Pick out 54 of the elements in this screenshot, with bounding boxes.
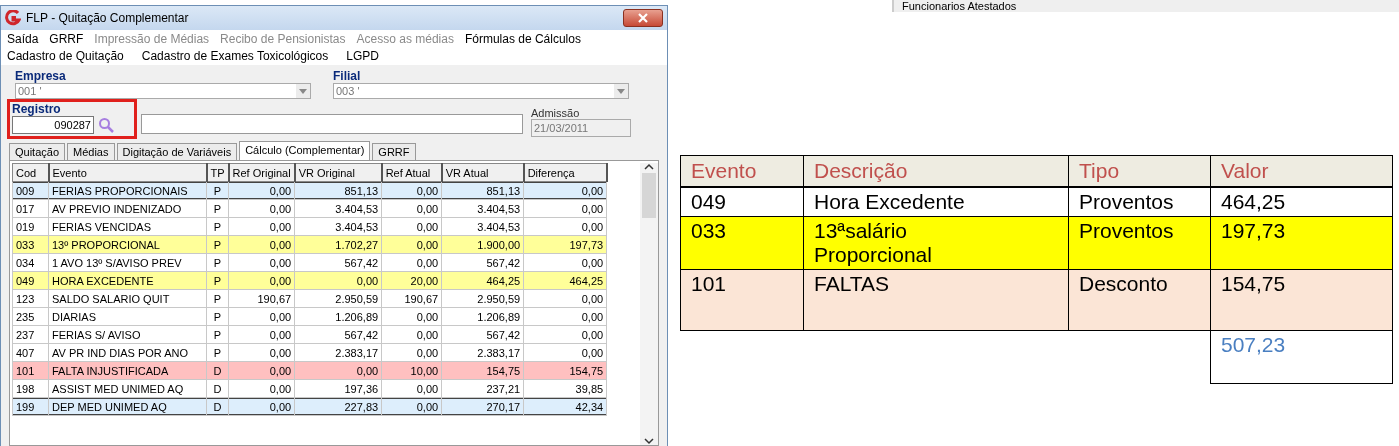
menu-item[interactable]: Cadastro de Quitação: [7, 49, 124, 63]
table-cell: 464,25: [1210, 187, 1393, 217]
table-cell: 101: [680, 269, 804, 331]
field-label: Registro: [12, 102, 62, 116]
company-dropdown[interactable]: 001 ': [15, 83, 311, 99]
field-label: Admissão: [531, 107, 581, 119]
table-cell: 049: [680, 187, 804, 217]
column-header[interactable]: Ref Atual: [381, 163, 442, 182]
column-header[interactable]: VR Atual: [441, 163, 524, 182]
registration-field[interactable]: 090287: [12, 116, 94, 134]
column-header[interactable]: VR Original: [294, 163, 382, 182]
column-header[interactable]: Cod: [12, 163, 49, 182]
window-title: FLP - Quitação Complementar: [26, 11, 190, 25]
menu-item[interactable]: Saída: [7, 32, 39, 46]
table-cell: 197,73: [1210, 216, 1393, 270]
scroll-down-icon[interactable]: [644, 437, 654, 445]
close-icon: [638, 13, 648, 23]
field-label: Filial: [333, 69, 362, 83]
tab[interactable]: Digitação de Variáveis: [116, 143, 238, 160]
close-button[interactable]: [623, 9, 663, 27]
table-cell: FALTAS: [803, 269, 1069, 331]
search-icon[interactable]: [98, 116, 115, 134]
column-header: Tipo: [1068, 155, 1211, 187]
field-label: Empresa: [15, 69, 67, 83]
table-cell: 13ªsalário Proporcional: [803, 216, 1069, 270]
tab[interactable]: Cálculo (Complementar): [239, 141, 371, 160]
scroll-up-icon[interactable]: [644, 163, 654, 171]
column-header: Valor: [1210, 155, 1393, 187]
tab[interactable]: Quitação: [9, 143, 66, 160]
tab[interactable]: GRRF: [372, 143, 416, 160]
name-field[interactable]: [141, 114, 523, 134]
scrollbar[interactable]: [640, 163, 658, 445]
column-header[interactable]: TP: [206, 163, 229, 182]
table-cell: Proventos: [1068, 187, 1211, 217]
menu-item[interactable]: Fórmulas de Cálculos: [464, 32, 581, 46]
admission-date-field[interactable]: 21/03/2011: [531, 119, 631, 137]
table-cell: Desconto: [1068, 269, 1211, 331]
app-logo-icon: [5, 10, 21, 26]
total-value: 507,23: [1210, 330, 1393, 384]
column-header[interactable]: Diferença: [523, 163, 607, 182]
branch-dropdown[interactable]: 003 ': [333, 83, 629, 99]
menu-item[interactable]: GRRF: [49, 32, 84, 46]
table-cell: Proventos: [1068, 216, 1211, 270]
scrollbar-thumb[interactable]: [642, 173, 656, 218]
menu-item[interactable]: Cadastro de Exames Toxicológicos: [141, 49, 329, 63]
table-cell: 154,75: [1210, 269, 1393, 331]
menu-item[interactable]: LGPD: [346, 49, 379, 63]
tab[interactable]: Médias: [67, 143, 115, 160]
column-header[interactable]: Evento: [48, 163, 207, 182]
table-cell: 033: [680, 216, 804, 270]
column-header: Descrição: [803, 155, 1069, 187]
column-header[interactable]: Ref Original: [228, 163, 295, 182]
table-cell: Hora Excedente: [803, 187, 1069, 217]
column-header: Evento: [680, 155, 804, 187]
